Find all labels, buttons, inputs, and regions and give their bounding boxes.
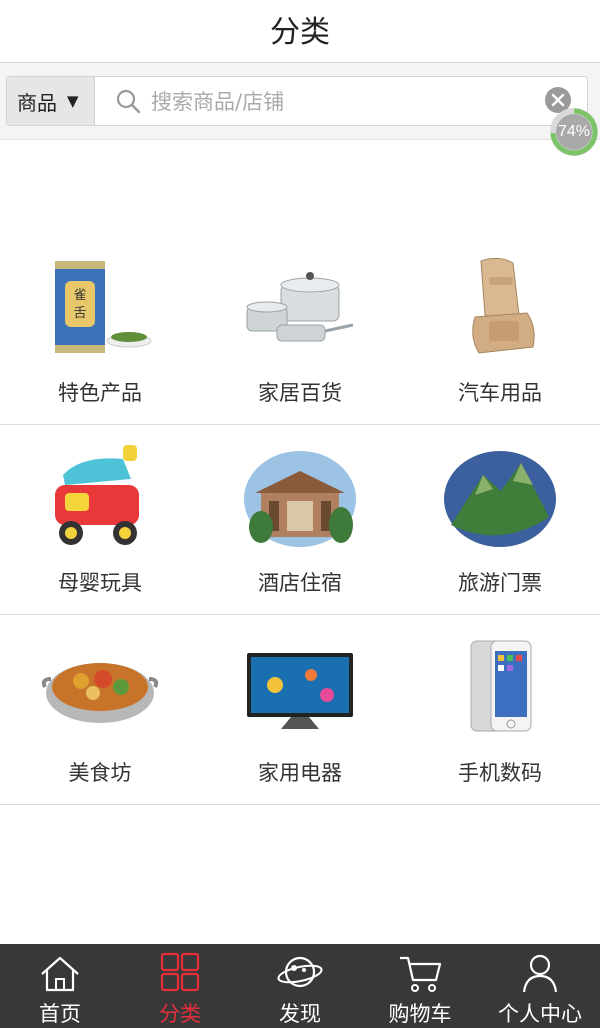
svg-text:雀: 雀 <box>73 288 86 303</box>
home-icon <box>41 956 79 992</box>
category-grid: 雀 舌 特色产品 家居百货 汽车用品 母婴玩具 酒店住宿 旅游门票 美食坊 家用… <box>0 235 600 805</box>
mountain-icon <box>444 451 556 547</box>
category-label: 特色产品 <box>58 381 142 405</box>
category-label: 母婴玩具 <box>58 571 142 595</box>
tea-can-icon: 雀 舌 <box>55 261 152 353</box>
search-icon <box>116 89 141 114</box>
food-pot-icon <box>41 663 159 723</box>
tab-cart[interactable]: 购物车 <box>360 944 480 1028</box>
category-label: 美食坊 <box>68 761 132 785</box>
tab-category[interactable]: 分类 <box>120 944 240 1028</box>
bottom-tab-bar: 首页 分类 发现 购物车 个人中心 <box>0 944 600 1028</box>
category-item-baby-toys[interactable]: 母婴玩具 <box>0 425 200 614</box>
tv-icon <box>247 653 353 729</box>
category-row: 雀 舌 特色产品 家居百货 汽车用品 <box>0 235 600 425</box>
category-row: 母婴玩具 酒店住宿 旅游门票 <box>0 425 600 615</box>
category-item-auto[interactable]: 汽车用品 <box>400 235 600 424</box>
category-item-phones[interactable]: 手机数码 <box>400 615 600 804</box>
tab-label: 分类 <box>159 1002 201 1026</box>
toy-car-icon <box>55 445 139 545</box>
svg-text:舌: 舌 <box>73 306 86 321</box>
category-item-hotel[interactable]: 酒店住宿 <box>200 425 400 614</box>
hotel-icon <box>244 451 356 547</box>
tab-label: 购物车 <box>388 1002 452 1026</box>
cookware-icon <box>246 272 354 342</box>
category-item-food[interactable]: 美食坊 <box>0 615 200 804</box>
search-scope-label: 商品 <box>17 90 57 115</box>
search-bar: 商品 ▼ <box>0 63 600 140</box>
planet-icon <box>277 956 323 988</box>
cart-icon <box>400 956 442 992</box>
tab-label: 个人中心 <box>498 1002 582 1026</box>
user-icon <box>522 954 558 993</box>
tab-label: 首页 <box>39 1002 81 1026</box>
dropdown-arrow-icon: ▼ <box>67 92 79 110</box>
search-input[interactable] <box>149 81 533 123</box>
search-box: 商品 ▼ <box>6 76 588 126</box>
search-scope-select[interactable]: 商品 ▼ <box>7 77 95 125</box>
category-row: 美食坊 家用电器 手机数码 <box>0 615 600 805</box>
close-icon <box>551 93 565 107</box>
category-label: 家用电器 <box>258 761 342 785</box>
grid-icon <box>160 952 200 992</box>
category-item-special-products[interactable]: 雀 舌 特色产品 <box>0 235 200 424</box>
category-label: 汽车用品 <box>458 381 542 405</box>
progress-badge[interactable]: 74% <box>548 106 600 158</box>
tab-home[interactable]: 首页 <box>0 944 120 1028</box>
category-item-tickets[interactable]: 旅游门票 <box>400 425 600 614</box>
category-label: 旅游门票 <box>458 571 542 595</box>
tab-discover[interactable]: 发现 <box>240 944 360 1028</box>
tab-label: 发现 <box>279 1002 321 1026</box>
page-title: 分类 <box>270 15 330 50</box>
tab-profile[interactable]: 个人中心 <box>480 944 600 1028</box>
category-item-household[interactable]: 家居百货 <box>200 235 400 424</box>
category-label: 家居百货 <box>258 381 342 405</box>
progress-percent: 74% <box>557 123 591 140</box>
category-item-appliances[interactable]: 家用电器 <box>200 615 400 804</box>
smartphone-icon <box>470 640 532 732</box>
category-label: 手机数码 <box>458 761 542 785</box>
car-seat-icon <box>472 257 535 354</box>
top-header: 分类 <box>0 0 600 63</box>
category-label: 酒店住宿 <box>258 571 342 595</box>
